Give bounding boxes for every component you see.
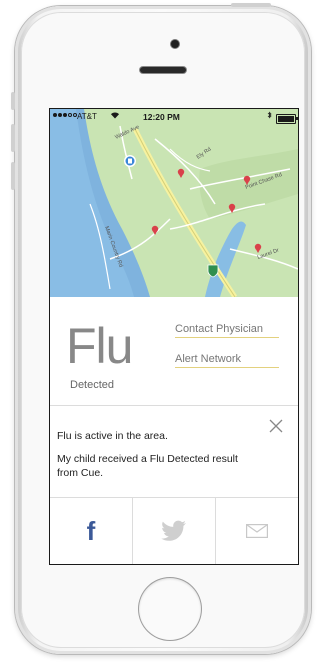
volume-up-button (11, 124, 15, 152)
mute-switch (11, 92, 15, 110)
volume-down-button (11, 162, 15, 190)
share-message-panel: Flu is active in the area. My child rece… (50, 405, 298, 497)
status-bar: AT&T 12:20 PM (50, 109, 298, 126)
map-canvas[interactable]: Waldo Ave Ely Rd Point Chase Rd Marin Co… (50, 109, 298, 297)
earpiece-speaker (140, 67, 186, 73)
home-button[interactable] (139, 578, 201, 640)
message-heading: Flu is active in the area. (57, 430, 168, 442)
mail-icon (246, 524, 268, 538)
phone-screen: Waldo Ave Ely Rd Point Chase Rd Marin Co… (50, 109, 298, 564)
carrier-label: AT&T (77, 112, 97, 121)
condition-status: Detected (70, 379, 115, 391)
close-icon[interactable] (268, 418, 284, 434)
bluetooth-icon (267, 111, 272, 122)
share-twitter-button[interactable] (133, 498, 216, 564)
highway-shield-icon (207, 264, 219, 278)
twitter-icon (161, 520, 186, 541)
share-mail-button[interactable] (216, 498, 298, 564)
facebook-icon: f (86, 516, 96, 546)
result-card: Flu Detected Contact Physician Alert Net… (50, 297, 298, 405)
location-marker-icon[interactable] (124, 155, 136, 167)
power-button (231, 3, 271, 7)
map-view[interactable]: Waldo Ave Ely Rd Point Chase Rd Marin Co… (50, 109, 298, 297)
share-facebook-button[interactable]: f (50, 498, 133, 564)
condition-title: Flu (66, 318, 133, 374)
clock: 12:20 PM (143, 112, 180, 122)
alert-network-link[interactable]: Alert Network (175, 353, 279, 368)
share-bar: f (50, 497, 298, 564)
signal-strength-icon (53, 113, 77, 117)
front-camera (171, 40, 179, 48)
message-text[interactable]: My child received a Flu Detected result … (57, 452, 257, 480)
contact-physician-link[interactable]: Contact Physician (175, 323, 279, 338)
wifi-icon (110, 111, 120, 121)
battery-icon (276, 114, 298, 124)
